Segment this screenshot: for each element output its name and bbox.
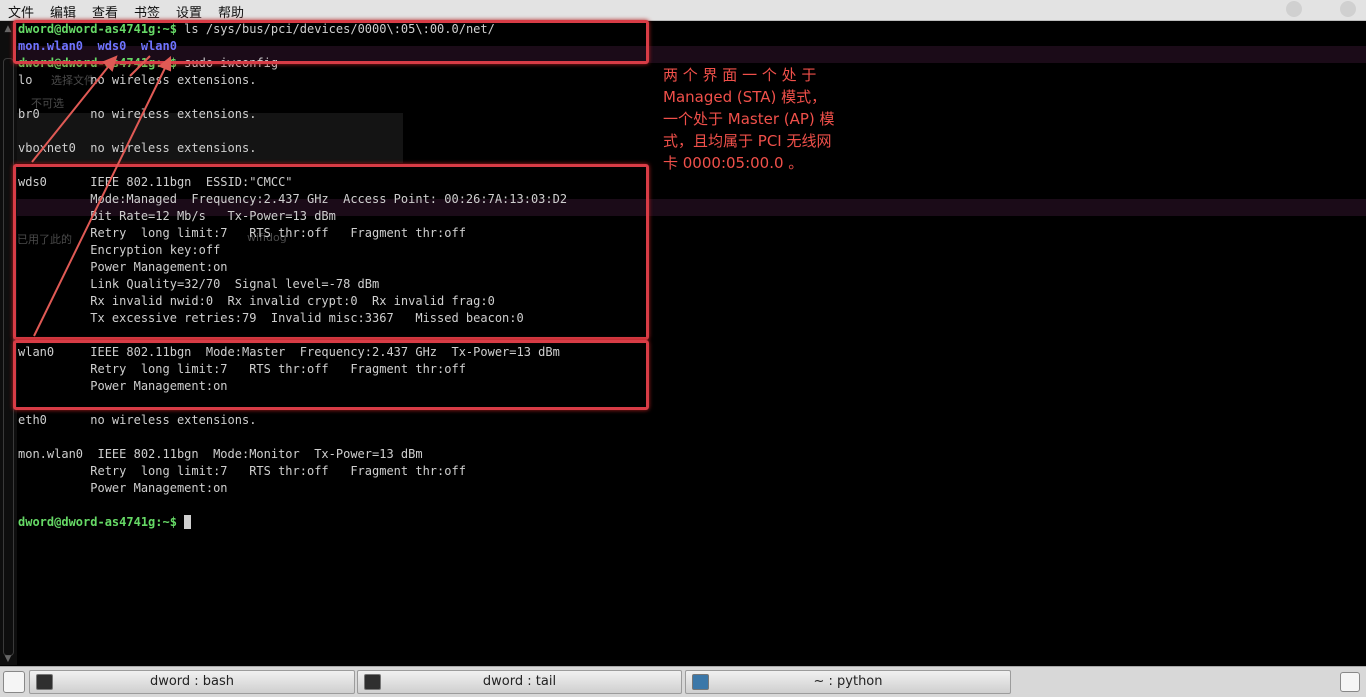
terminal-line: Retry long limit:7 RTS thr:off Fragment … <box>18 464 466 478</box>
annotation-note: 两 个 界 面 一 个 处 于 Managed (STA) 模式， 一个处于 M… <box>663 64 868 174</box>
arrow-head-icon <box>158 55 171 72</box>
arrow-line <box>33 63 168 337</box>
arrow-line <box>31 61 113 163</box>
window-control-icon[interactable] <box>1340 1 1356 17</box>
tray-icon[interactable] <box>1340 672 1360 692</box>
annotation-arrows <box>31 55 171 337</box>
text-cursor <box>184 515 192 529</box>
note-line: 式，且均属于 PCI 无线网 <box>663 132 832 150</box>
shell-prompt: dword@dword-as4741g:~$ <box>18 515 177 529</box>
task-label: dword : bash <box>149 674 235 689</box>
note-line: 卡 0000:05:00.0 。 <box>663 154 804 172</box>
arrow-head-icon <box>102 55 118 72</box>
note-line: Managed (STA) 模式， <box>663 88 827 106</box>
task-label: ~ : python <box>813 674 883 689</box>
task-label: dword : tail <box>482 674 557 689</box>
arrow-line <box>129 55 151 77</box>
terminal-line: Power Management:on <box>18 481 228 495</box>
task-bash[interactable]: dword : bash <box>29 670 355 694</box>
note-line: 两 个 界 面 一 个 处 于 <box>663 66 817 84</box>
terminal-line: dword@dword-as4741g:~$ <box>18 514 192 531</box>
start-menu-icon[interactable] <box>3 671 25 693</box>
window-control-icon[interactable] <box>1286 1 1302 17</box>
task-tail[interactable]: dword : tail <box>357 670 682 694</box>
note-line: 一个处于 Master (AP) 模 <box>663 110 835 128</box>
scroll-down-icon[interactable]: ▼ <box>2 653 14 665</box>
terminal-line: mon.wlan0 IEEE 802.11bgn Mode:Monitor Tx… <box>18 447 423 461</box>
task-python[interactable]: ~ : python <box>685 670 1011 694</box>
taskbar: dword : bash dword : tail ~ : python <box>0 666 1366 697</box>
